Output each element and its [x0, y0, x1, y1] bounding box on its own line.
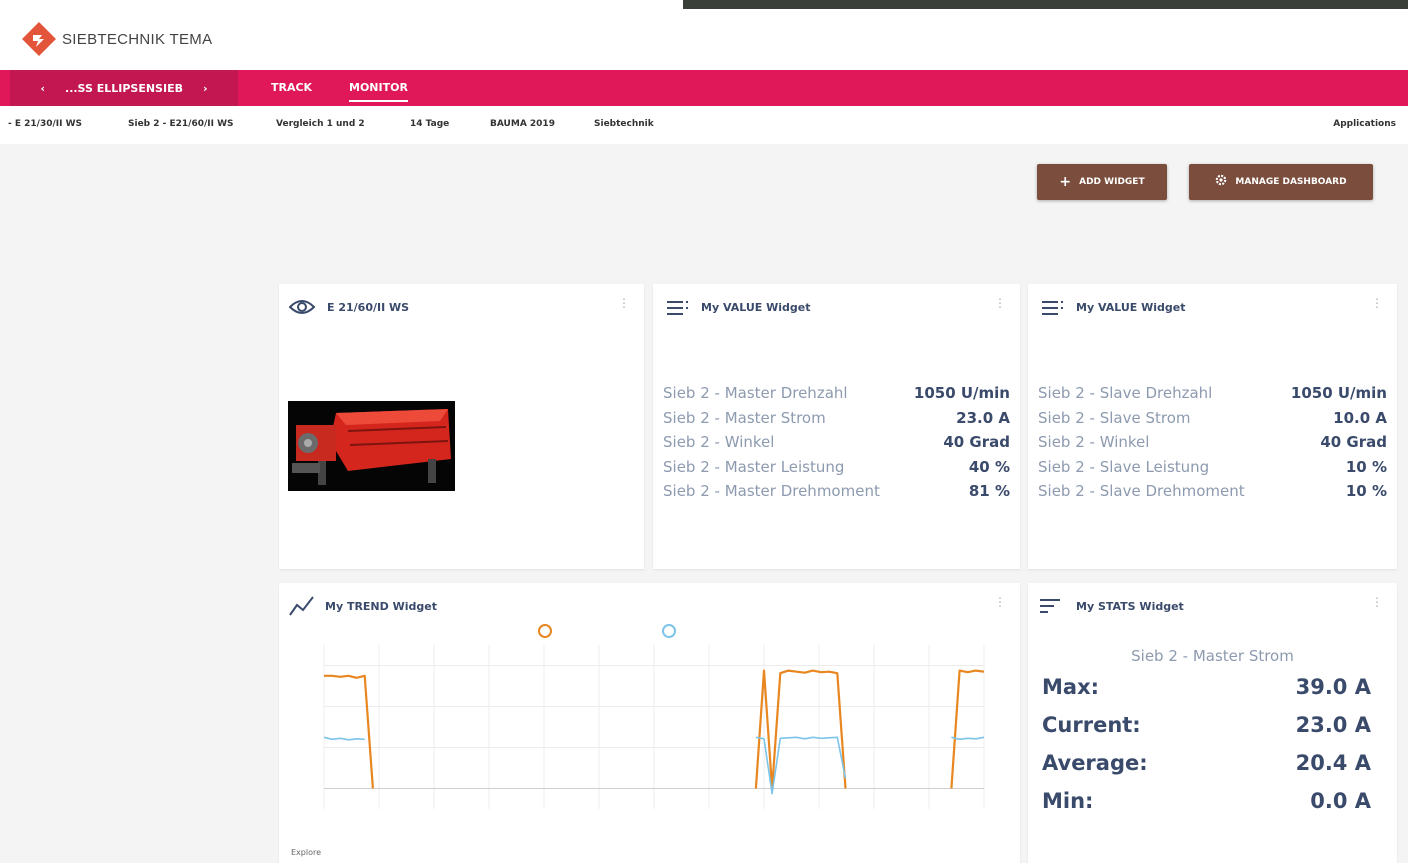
sort-lines-icon: [1040, 598, 1062, 617]
add-widget-label: ADD WIDGET: [1079, 177, 1145, 187]
stats-metric-name: Sieb 2 - Master Strom: [1131, 647, 1294, 665]
value-label: Sieb 2 - Master Strom: [663, 408, 826, 427]
primary-nav: ‹ ...SS ELLIPSENSIEB › TRACK MONITOR: [0, 70, 1408, 106]
add-widget-button[interactable]: + ADD WIDGET: [1037, 164, 1167, 200]
asset-widget-title: E 21/60/II WS: [327, 301, 410, 314]
list-item: Sieb 2 - Slave Drehzahl 1050 U/min: [1038, 384, 1387, 409]
value-label: Sieb 2 - Slave Leistung: [1038, 457, 1210, 476]
dashboard-tab-vergleich[interactable]: Vergleich 1 und 2: [276, 119, 365, 129]
value-reading: 40 %: [968, 457, 1010, 476]
stats-value: 39.0 A: [1295, 675, 1371, 699]
trend-chart[interactable]: [279, 583, 1020, 863]
manage-dashboard-button[interactable]: MANAGE DASHBOARD: [1189, 164, 1373, 200]
list-item: Sieb 2 - Master Drehzahl 1050 U/min: [663, 384, 1010, 409]
value-reading: 10 %: [1345, 482, 1387, 500]
eye-icon: [288, 298, 316, 320]
stats-label: Current:: [1042, 713, 1141, 737]
plus-icon: +: [1059, 174, 1072, 190]
stats-row-current: Current: 23.0 A: [1042, 713, 1371, 737]
value-reading: 1050 U/min: [913, 384, 1010, 402]
asset-widget: E 21/60/II WS ⋮: [279, 284, 644, 569]
stats-value: 0.0 A: [1310, 789, 1371, 813]
list-item: Sieb 2 - Slave Leistung 10 %: [1038, 458, 1387, 483]
stats-value: 20.4 A: [1295, 751, 1371, 775]
list-icon: [667, 300, 689, 320]
list-item: Sieb 2 - Winkel 40 Grad: [1038, 433, 1387, 458]
value-label: Sieb 2 - Slave Drehmoment: [1038, 482, 1245, 500]
stats-label: Max:: [1042, 675, 1100, 699]
value-label: Sieb 2 - Slave Strom: [1038, 408, 1191, 427]
value-reading: 81 %: [968, 482, 1010, 500]
value-widget-title: My VALUE Widget: [701, 301, 811, 314]
dashboard-tab-siebtechnik[interactable]: Siebtechnik: [594, 119, 654, 129]
list-icon: [1042, 300, 1064, 320]
value-label: Sieb 2 - Winkel: [1038, 433, 1150, 451]
explore-link[interactable]: Explore: [291, 848, 321, 857]
app-header: SIEBTECHNIK TEMA: [0, 0, 1408, 70]
dashboard-tab-e21-30[interactable]: - E 21/30/II WS: [8, 119, 82, 129]
value-widget-master: My VALUE Widget ⋮ Sieb 2 - Master Drehza…: [653, 284, 1020, 569]
list-item: Sieb 2 - Master Drehmoment 81 %: [663, 482, 1010, 507]
value-list: Sieb 2 - Master Drehzahl 1050 U/min Sieb …: [663, 384, 1010, 507]
kebab-menu-icon[interactable]: ⋮: [994, 296, 1006, 310]
stats-value: 23.0 A: [1295, 713, 1371, 737]
value-label: Sieb 2 - Master Drehzahl: [663, 384, 848, 402]
stats-row-min: Min: 0.0 A: [1042, 789, 1371, 813]
machine-image: [288, 401, 455, 491]
stats-row-average: Average: 20.4 A: [1042, 751, 1371, 775]
manage-dashboard-label: MANAGE DASHBOARD: [1235, 177, 1347, 187]
applications-link[interactable]: Applications: [1333, 119, 1396, 129]
stats-row-max: Max: 39.0 A: [1042, 675, 1371, 699]
value-reading: 1050 U/min: [1290, 384, 1387, 402]
stats-label: Min:: [1042, 789, 1094, 813]
stats-widget: My STATS Widget ⋮ Sieb 2 - Master Strom …: [1028, 583, 1397, 863]
kebab-menu-icon[interactable]: ⋮: [1371, 296, 1383, 310]
value-reading: 10.0 A: [1333, 408, 1387, 427]
brand-logo[interactable]: SIEBTECHNIK TEMA: [22, 22, 212, 56]
value-reading: 40 Grad: [1320, 433, 1387, 451]
list-item: Sieb 2 - Winkel 40 Grad: [663, 433, 1010, 458]
dashboard-tab-14-tage[interactable]: 14 Tage: [410, 119, 449, 129]
value-list: Sieb 2 - Slave Drehzahl 1050 U/min Sieb 2…: [1038, 384, 1387, 507]
chevron-left-icon[interactable]: ‹: [40, 82, 45, 95]
kebab-menu-icon[interactable]: ⋮: [618, 296, 630, 310]
tab-monitor[interactable]: MONITOR: [349, 70, 408, 106]
gear-icon: [1215, 174, 1227, 190]
value-widget-slave: My VALUE Widget ⋮ Sieb 2 - Slave Drehzah…: [1028, 284, 1397, 569]
list-item: Sieb 2 - Slave Drehmoment 10 %: [1038, 482, 1387, 507]
asset-selector[interactable]: ‹ ...SS ELLIPSENSIEB ›: [10, 70, 238, 106]
value-label: Sieb 2 - Master Leistung: [663, 457, 845, 476]
trend-widget: My TREND Widget ⋮ Explore: [279, 583, 1020, 863]
chevron-right-icon[interactable]: ›: [203, 82, 208, 95]
asset-name: ...SS ELLIPSENSIEB: [65, 81, 183, 95]
value-label: Sieb 2 - Winkel: [663, 433, 775, 451]
value-label: Sieb 2 - Slave Drehzahl: [1038, 384, 1213, 402]
value-reading: 23.0 A: [956, 408, 1010, 427]
kebab-menu-icon[interactable]: ⋮: [1371, 595, 1383, 609]
tab-track[interactable]: TRACK: [271, 70, 312, 106]
list-item: Sieb 2 - Slave Strom 10.0 A: [1038, 409, 1387, 434]
brand-name: SIEBTECHNIK TEMA: [62, 30, 213, 48]
list-item: Sieb 2 - Master Leistung 40 %: [663, 458, 1010, 483]
dashboard-tab-bauma[interactable]: BAUMA 2019: [490, 119, 555, 129]
value-reading: 10 %: [1345, 457, 1387, 476]
stats-label: Average:: [1042, 751, 1148, 775]
value-label: Sieb 2 - Master Drehmoment: [663, 482, 880, 500]
dashboard-tabs: - E 21/30/II WS Sieb 2 - E21/60/II WS Ve…: [0, 106, 1408, 144]
list-item: Sieb 2 - Master Strom 23.0 A: [663, 409, 1010, 434]
stats-widget-title: My STATS Widget: [1076, 600, 1184, 613]
value-widget-title: My VALUE Widget: [1076, 301, 1186, 314]
value-reading: 40 Grad: [943, 433, 1010, 451]
header-photo: [683, 0, 1408, 9]
dashboard-tab-sieb2[interactable]: Sieb 2 - E21/60/II WS: [128, 119, 234, 129]
logo-mark-icon: [22, 22, 56, 56]
